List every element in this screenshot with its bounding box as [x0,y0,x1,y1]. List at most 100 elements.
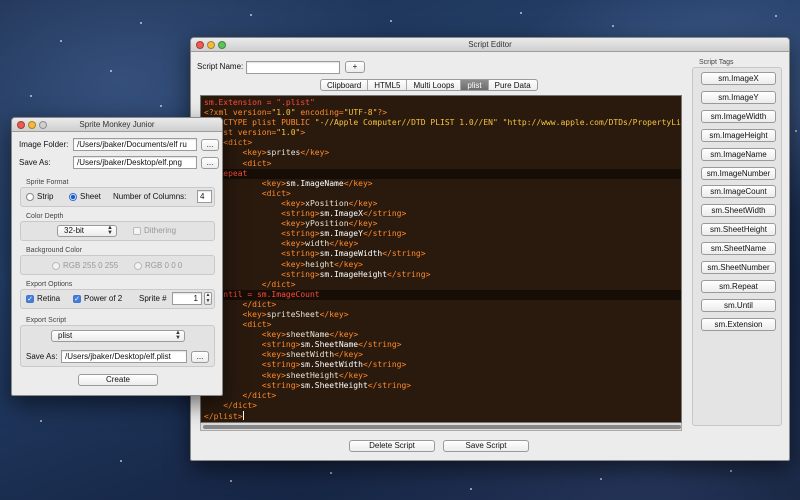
tag-button-sm-imagenumber[interactable]: sm.ImageNumber [701,166,776,180]
delete-script-button[interactable]: Delete Script [349,440,435,452]
create-button[interactable]: Create [78,374,158,386]
code-line: <plist version="1.0"> [204,128,306,138]
code-line: <key>spriteSheet</key> [242,309,349,319]
save-script-button[interactable]: Save Script [443,440,529,452]
code-line: <key>yPosition</key> [281,219,378,229]
save-as-field[interactable]: /Users/jbaker/Desktop/elf.png [73,156,197,169]
script-name-label: Script Name: [197,62,244,71]
tab-html5[interactable]: HTML5 [368,80,408,90]
background-color-label: Background Color [26,247,83,254]
retina-checkbox[interactable]: ✓ [26,295,34,303]
sprite-number-input[interactable]: 1 [172,292,202,305]
close-button[interactable] [17,121,25,129]
window-title: Script Editor [468,40,512,49]
code-line: <key>sm.ImageName</key> [261,178,373,188]
dithering-checkbox[interactable] [133,227,141,235]
code-line: sm.Until = sm.ImageCount [201,289,681,300]
code-line: <dict> [242,158,272,168]
horizontal-scrollbar[interactable] [200,423,682,431]
chevron-updown-icon: ▲ ▼ [107,225,113,236]
image-folder-label: Image Folder: [19,140,69,149]
minimize-button[interactable] [28,121,36,129]
code-line: </dict> [242,390,277,400]
color-depth-value: 32-bit [64,226,85,235]
close-button[interactable] [196,41,204,49]
script-editor-titlebar: Script Editor [191,38,789,52]
chevron-updown-icon: ▲ ▼ [175,330,181,341]
save-as-label: Save As: [19,158,51,167]
tag-button-sm-sheetnumber[interactable]: sm.SheetNumber [701,261,776,274]
code-line: <key>sprites</key> [242,148,330,158]
scrollbar-thumb[interactable] [203,425,681,429]
rgb-magenta-radio[interactable] [52,262,60,270]
code-line: <string>sm.SheetHeight</string> [261,380,412,390]
tag-button-sm-imageheight[interactable]: sm.ImageHeight [701,128,776,142]
code-line: <dict> [242,320,272,330]
image-folder-field[interactable]: /Users/jbaker/Documents/elf ru [73,138,197,151]
rgb-black-label: RGB 0 0 0 [145,261,183,270]
tab-clipboard[interactable]: Clipboard [321,80,369,90]
window-title: Sprite Monkey Junior [79,120,155,129]
code-line: <dict> [261,188,291,198]
strip-label: Strip [37,192,54,201]
smj-titlebar: Sprite Monkey Junior [12,118,222,132]
power-of-2-label: Power of 2 [84,294,123,303]
code-line: sm.Extension = ".plist" [204,98,315,107]
color-depth-select[interactable]: 32-bit ▲ ▼ [57,225,117,237]
save-as-browse-button[interactable]: ... [201,157,219,169]
code-line: <string>sm.SheetWidth</string> [261,360,407,370]
code-line: <key>width</key> [281,239,359,249]
code-line: </dict> [261,279,296,289]
tag-button-sm-imagename[interactable]: sm.ImageName [701,147,776,161]
code-line: <dict> [223,138,253,148]
zoom-button[interactable] [218,41,226,49]
columns-input[interactable]: 4 [197,190,212,203]
tab-pure-data[interactable]: Pure Data [489,80,537,90]
dithering-label: Dithering [144,226,177,235]
tag-button-sm-sheetwidth[interactable]: sm.SheetWidth [701,204,776,218]
code-line: </dict> [223,400,257,410]
script-tags-panel: sm.ImageX sm.ImageY sm.ImageWidth sm.ImageH… [692,67,782,426]
image-folder-browse-button[interactable]: ... [201,139,219,151]
export-script-label: Export Script [26,317,67,324]
code-line: </dict> [242,299,277,309]
script-tags-title: Script Tags [699,59,734,66]
script-name-input[interactable] [246,61,340,74]
sheet-label: Sheet [80,192,101,201]
power-of-2-checkbox[interactable]: ✓ [73,295,81,303]
retina-label: Retina [37,294,61,303]
tag-button-sm-imagex[interactable]: sm.ImageX [701,72,776,85]
sheet-radio[interactable] [69,193,77,201]
tag-button-sm-imagey[interactable]: sm.ImageY [701,90,776,104]
zoom-button[interactable] [39,121,47,129]
add-script-button[interactable]: + [345,61,365,73]
sprite-number-stepper[interactable]: ▲ ▼ [204,292,212,305]
tab-plist[interactable]: plist [461,80,489,90]
export-script-select[interactable]: plist ▲ ▼ [51,330,185,342]
tag-button-sm-imagecount[interactable]: sm.ImageCount [701,185,776,199]
rgb-black-radio[interactable] [134,262,142,270]
tag-button-sm-until[interactable]: sm.Until [701,298,776,312]
code-line: <string>sm.ImageX</string> [281,209,407,219]
code-line: <key>sheetHeight</key> [261,370,368,380]
minimize-button[interactable] [207,41,215,49]
tag-button-sm-extension[interactable]: sm.Extension [701,317,776,331]
tag-button-sm-sheetname[interactable]: sm.SheetName [701,242,776,256]
export-save-as-browse-button[interactable]: ... [191,351,209,363]
code-line: <key>height</key> [281,259,363,269]
tab-multi-loops[interactable]: Multi Loops [407,80,462,90]
code-line: <key>xPosition</key> [281,198,378,208]
text-cursor [242,410,244,420]
code-line: <string>sm.ImageY</string> [281,229,407,239]
code-editor[interactable]: sm.Extension = ".plist" <?xml version="1.… [200,95,682,423]
code-line: <key>sheetName</key> [261,330,359,340]
export-save-as-field[interactable]: /Users/jbaker/Desktop/elf.plist [61,350,187,363]
tag-button-sm-imagewidth[interactable]: sm.ImageWidth [701,109,776,123]
columns-label: Number of Columns: [113,192,187,201]
tag-button-sm-sheetheight[interactable]: sm.SheetHeight [701,223,776,237]
sprite-format-label: Sprite Format [26,179,69,186]
code-line: <key>sheetWidth</key> [261,350,363,360]
code-line: <?xml version="1.0" encoding="UTF-8"?> [204,108,388,118]
strip-radio[interactable] [26,193,34,201]
tag-button-sm-repeat[interactable]: sm.Repeat [701,279,776,293]
